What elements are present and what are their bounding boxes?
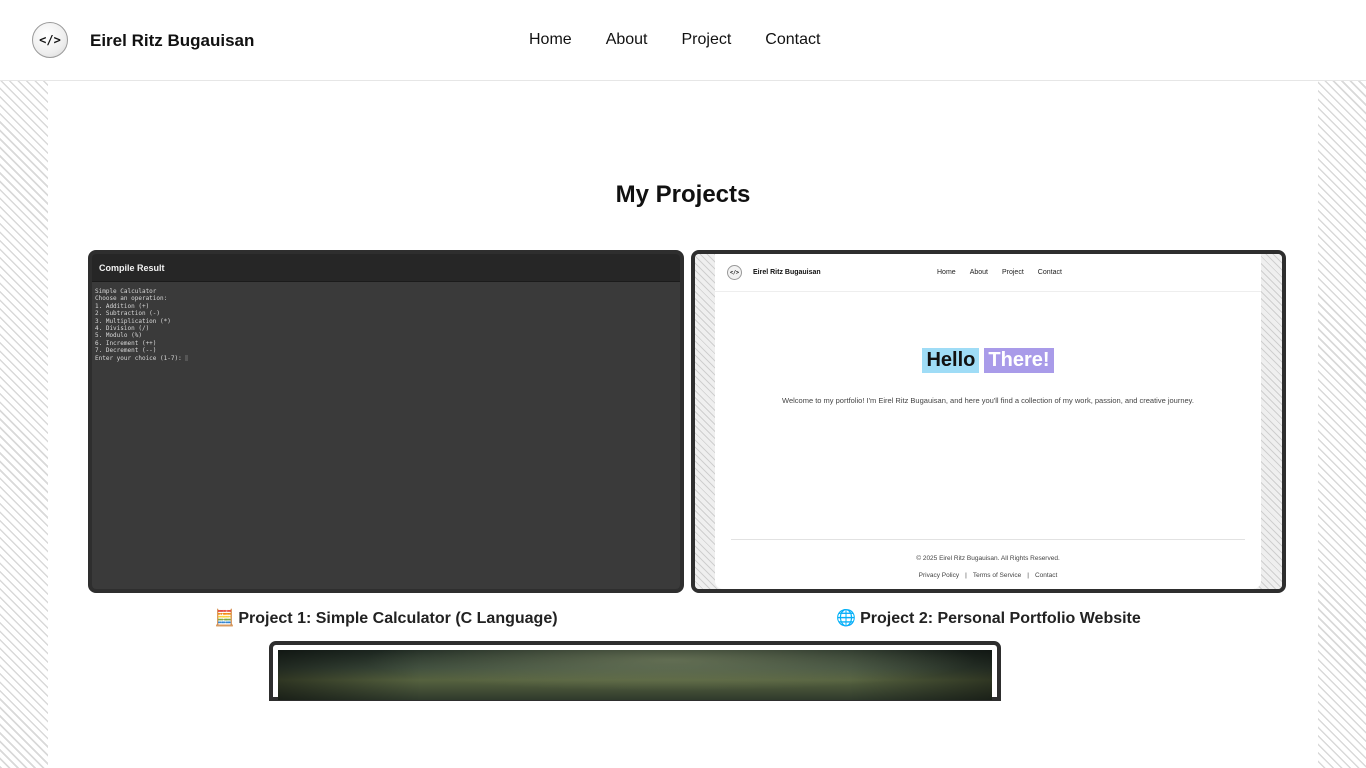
- mini-portfolio-page: </> Eirel Ritz Bugauisan Home About Proj…: [715, 254, 1261, 589]
- abacus-icon: 🧮: [214, 608, 235, 627]
- mini-code-logo-icon: </>: [727, 265, 742, 280]
- nav-link-contact[interactable]: Contact: [765, 31, 820, 49]
- mini-footer-contact: Contact: [1034, 572, 1058, 579]
- projects-heading: My Projects: [615, 181, 751, 208]
- project-2-title: Project 2: Personal Portfolio Website: [860, 610, 1141, 627]
- future-project-card[interactable]: [269, 641, 1001, 701]
- terminal-header: Compile Result: [92, 254, 680, 282]
- mini-footer-divider: [731, 539, 1245, 540]
- nav-link-project[interactable]: Project: [682, 31, 732, 49]
- nav-link-home[interactable]: Home: [529, 31, 572, 49]
- terminal-line: 2. Subtraction (-): [95, 310, 161, 318]
- mini-hello-heading: Hello There!: [715, 348, 1261, 373]
- mini-navbar: </> Eirel Ritz Bugauisan Home About Proj…: [715, 254, 1261, 292]
- brand-name[interactable]: Eirel Ritz Bugauisan: [90, 31, 254, 51]
- mini-hello-word: Hello: [922, 348, 980, 373]
- navbar: </> Eirel Ritz Bugauisan Home About Proj…: [0, 0, 1366, 81]
- mini-nav-link-contact: Contact: [1037, 269, 1062, 276]
- mini-nav-link-home: Home: [937, 269, 956, 276]
- terminal-line: 4. Division (/): [95, 325, 150, 333]
- terminal-prompt-line: Enter your choice (1-7):: [95, 355, 680, 362]
- terminal-cursor: [185, 355, 189, 362]
- terminal-line: Choose an operation:: [95, 295, 168, 303]
- project-1-caption: 🧮 Project 1: Simple Calculator (C Languag…: [88, 608, 684, 628]
- terminal-prompt: Enter your choice (1-7):: [95, 354, 186, 362]
- mini-nav-links: Home About Project Contact: [937, 269, 1062, 276]
- mini-nav-link-about: About: [969, 269, 988, 276]
- nav-links: Home About Project Contact: [529, 31, 820, 49]
- project-1-preview[interactable]: Compile Result Simple Calculator Choose a…: [88, 250, 684, 593]
- terminal-line: 1. Addition (+): [95, 302, 150, 310]
- nav-link-about[interactable]: About: [606, 31, 648, 49]
- mini-footer-terms: Terms of Service: [972, 572, 1022, 579]
- terminal-line: 5. Modulo (%): [95, 332, 142, 340]
- terminal-line: 3. Multiplication (*): [95, 317, 171, 325]
- mini-footer-separator: |: [1027, 572, 1029, 579]
- terminal-line: 7. Decrement (--): [95, 347, 157, 355]
- future-project-image: [278, 650, 992, 700]
- terminal-line: Simple Calculator: [95, 288, 157, 295]
- code-logo-icon[interactable]: </>: [32, 22, 68, 58]
- mini-footer-separator: |: [965, 572, 967, 579]
- terminal-output: Simple Calculator Choose an operation: 1. …: [92, 282, 680, 362]
- mini-copyright: © 2025 Eirel Ritz Bugauisan. All Rights …: [916, 555, 1060, 562]
- mini-there-word: There!: [984, 348, 1054, 373]
- project-1-title: Project 1: Simple Calculator (C Language…: [238, 610, 558, 627]
- mini-welcome-text: Welcome to my portfolio! I'm Eirel Ritz …: [782, 396, 1194, 405]
- project-2-preview[interactable]: </> Eirel Ritz Bugauisan Home About Proj…: [691, 250, 1286, 593]
- globe-icon: 🌐: [836, 608, 857, 627]
- project-2-caption: 🌐 Project 2: Personal Portfolio Website: [691, 608, 1286, 628]
- mini-footer-privacy: Privacy Policy: [918, 572, 960, 579]
- mini-brand-name: Eirel Ritz Bugauisan: [753, 269, 821, 276]
- terminal-line: 6. Increment (++): [95, 339, 157, 347]
- mini-nav-link-project: Project: [1001, 269, 1024, 276]
- mini-footer-links: Privacy Policy | Terms of Service | Cont…: [715, 572, 1261, 579]
